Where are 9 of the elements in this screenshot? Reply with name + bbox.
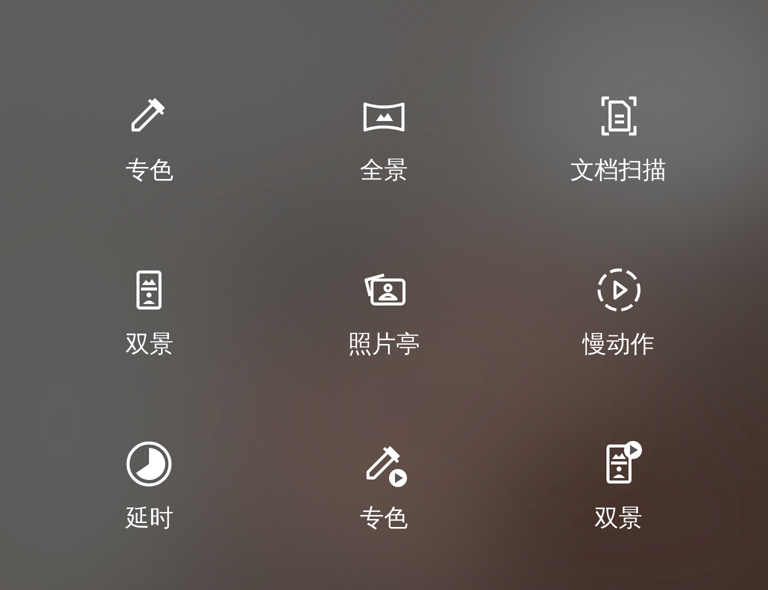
slow-motion-icon: [594, 266, 643, 314]
mode-button[interactable]: 照片亭: [266, 266, 502, 358]
mode-button[interactable]: 专色: [266, 440, 502, 532]
mode-button[interactable]: 慢动作: [501, 266, 736, 358]
mode-button[interactable]: 全景: [266, 92, 502, 184]
mode-button[interactable]: 延时: [32, 440, 267, 532]
mode-button[interactable]: 双景: [32, 266, 267, 358]
mode-button[interactable]: 专色: [32, 92, 267, 184]
timelapse-icon: [125, 440, 174, 488]
